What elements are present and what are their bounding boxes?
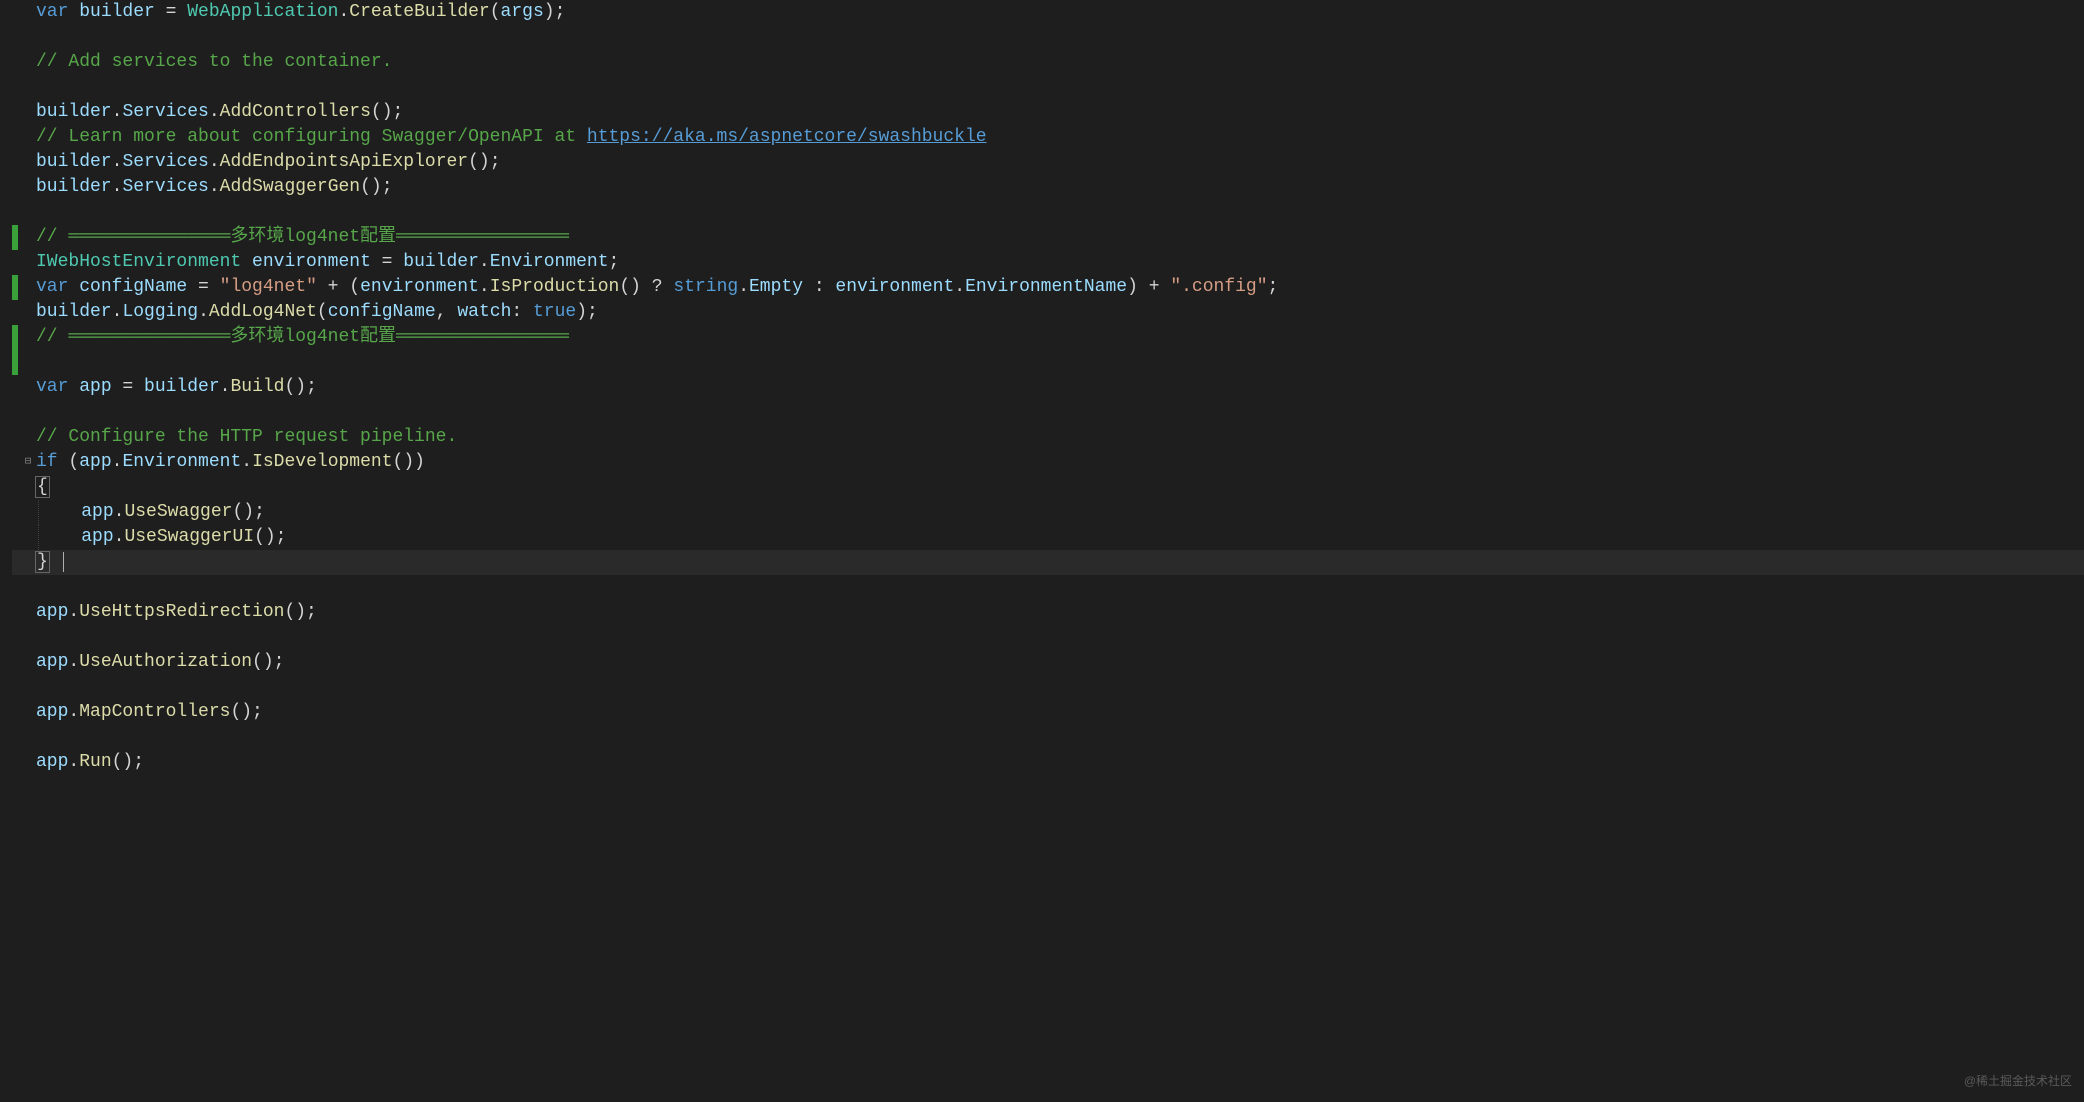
method-usehttpsredirection: UseHttpsRedirection [79, 602, 284, 622]
link-swagger-docs[interactable]: https://aka.ms/aspnetcore/swashbuckle [587, 127, 987, 147]
method-useswagger: UseSwagger [124, 502, 232, 522]
code-line[interactable]: var configName = "log4net" + (environmen… [12, 275, 2084, 300]
code-line[interactable]: var app = builder.Build(); [12, 375, 2084, 400]
code-editor[interactable]: var builder = WebApplication.CreateBuild… [0, 0, 2084, 775]
code-line[interactable]: app.UseAuthorization(); [12, 650, 2084, 675]
method-isdevelopment: IsDevelopment [252, 452, 392, 472]
code-line-blank[interactable] [12, 200, 2084, 225]
code-line[interactable]: ⊟ if (app.Environment.IsDevelopment()) [12, 450, 2084, 475]
code-line[interactable]: app.UseHttpsRedirection(); [12, 600, 2084, 625]
code-line-blank[interactable] [12, 400, 2084, 425]
method-createbuilder: CreateBuilder [349, 2, 489, 22]
code-line[interactable]: builder.Logging.AddLog4Net(configName, w… [12, 300, 2084, 325]
code-line[interactable]: // Configure the HTTP request pipeline. [12, 425, 2084, 450]
change-marker-icon [12, 275, 18, 300]
variable-environment: environment [252, 252, 371, 272]
code-line-cursor[interactable]: } [12, 550, 2084, 575]
method-addswaggergen: AddSwaggerGen [220, 177, 360, 197]
comment: // Configure the HTTP request pipeline. [36, 427, 457, 447]
string-literal: ".config" [1170, 277, 1267, 297]
change-marker-icon [12, 325, 18, 350]
variable-configname: configName [79, 277, 187, 297]
comment: // Learn more about configuring Swagger/… [36, 127, 587, 147]
code-line-blank[interactable] [12, 675, 2084, 700]
code-line-blank[interactable] [12, 725, 2084, 750]
code-line[interactable]: builder.Services.AddSwaggerGen(); [12, 175, 2084, 200]
method-run: Run [79, 752, 111, 772]
keyword-true: true [533, 302, 576, 322]
method-isproduction: IsProduction [490, 277, 620, 297]
code-line[interactable]: app.UseSwaggerUI(); [12, 525, 2084, 550]
code-line[interactable]: app.UseSwagger(); [12, 500, 2084, 525]
method-useswaggerui: UseSwaggerUI [124, 527, 254, 547]
code-line[interactable]: var builder = WebApplication.CreateBuild… [12, 0, 2084, 25]
brace-open: { [35, 476, 50, 498]
watermark-text: @稀土掘金技术社区 [1964, 1069, 2072, 1094]
comment: // Add services to the container. [36, 52, 392, 72]
code-line-blank[interactable] [12, 350, 2084, 375]
brace-close: } [35, 551, 50, 573]
code-line-blank[interactable] [12, 75, 2084, 100]
method-build: Build [230, 377, 284, 397]
code-line-blank[interactable] [12, 25, 2084, 50]
comment-section-footer: // ═══════════════多环境log4net配置══════════… [36, 327, 569, 347]
type-iwebhostenvironment: IWebHostEnvironment [36, 252, 241, 272]
code-line[interactable]: app.MapControllers(); [12, 700, 2084, 725]
code-line[interactable]: // Learn more about configuring Swagger/… [12, 125, 2084, 150]
change-marker-icon [12, 225, 18, 250]
type-webapplication: WebApplication [187, 2, 338, 22]
method-addendpoints: AddEndpointsApiExplorer [220, 152, 468, 172]
keyword-if: if [36, 452, 58, 472]
code-line-blank[interactable] [12, 625, 2084, 650]
variable-builder: builder [79, 2, 155, 22]
parameter-watch: watch [457, 302, 511, 322]
code-line[interactable]: // ═══════════════多环境log4net配置══════════… [12, 325, 2084, 350]
code-line[interactable]: { [12, 475, 2084, 500]
method-mapcontrollers: MapControllers [79, 702, 230, 722]
string-literal: "log4net" [220, 277, 317, 297]
code-line[interactable]: // Add services to the container. [12, 50, 2084, 75]
method-addlog4net: AddLog4Net [209, 302, 317, 322]
comment-section-header: // ═══════════════多环境log4net配置══════════… [36, 227, 569, 247]
code-line[interactable]: app.Run(); [12, 750, 2084, 775]
code-line[interactable]: builder.Services.AddEndpointsApiExplorer… [12, 150, 2084, 175]
code-line[interactable]: // ═══════════════多环境log4net配置══════════… [12, 225, 2084, 250]
change-marker-icon [12, 350, 18, 375]
fold-collapse-icon[interactable]: ⊟ [22, 450, 34, 475]
variable-args: args [501, 2, 544, 22]
keyword-var: var [36, 2, 68, 22]
method-addcontrollers: AddControllers [220, 102, 371, 122]
method-useauthorization: UseAuthorization [79, 652, 252, 672]
code-line[interactable]: builder.Services.AddControllers(); [12, 100, 2084, 125]
code-line[interactable]: IWebHostEnvironment environment = builde… [12, 250, 2084, 275]
code-line-blank[interactable] [12, 575, 2084, 600]
variable-app: app [79, 377, 111, 397]
keyword-string: string [673, 277, 738, 297]
